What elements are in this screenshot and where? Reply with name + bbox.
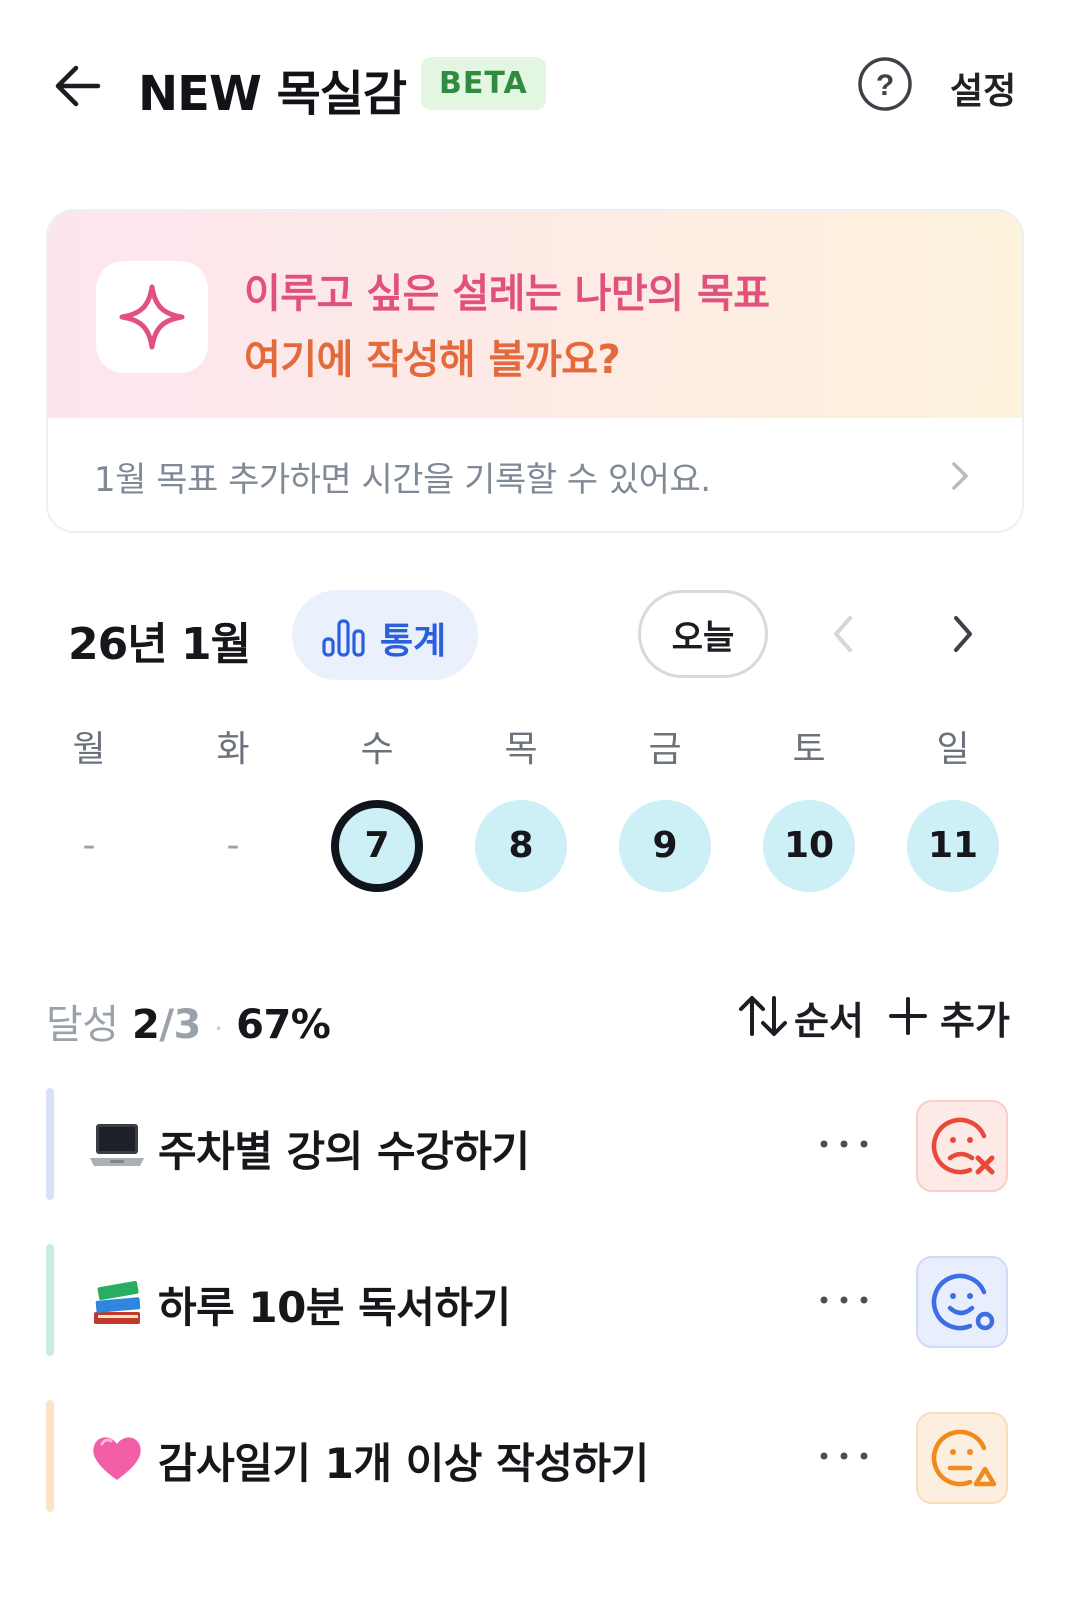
happy-face-o-icon[interactable] xyxy=(916,1256,1008,1348)
goal-color-bar xyxy=(46,1244,54,1356)
sad-face-x-icon[interactable] xyxy=(916,1100,1008,1192)
sort-arrows-icon xyxy=(738,994,788,1038)
day-8[interactable]: 8 xyxy=(475,800,567,892)
goal-item-gratitude[interactable]: 감사일기 1개 이상 작성하기 xyxy=(46,1400,1024,1512)
goal-banner[interactable]: 이루고 싶은 설레는 나만의 목표 여기에 작성해 볼까요? xyxy=(48,211,1022,418)
more-dots-icon[interactable] xyxy=(816,1280,872,1320)
weekday-fri: 금 xyxy=(648,729,682,770)
weekday-sat: 토 xyxy=(792,729,826,770)
page-title: NEW 목실감 xyxy=(138,66,407,122)
achievement-done: 2 xyxy=(132,1002,160,1048)
goal-item-lecture[interactable]: 주차별 강의 수강하기 xyxy=(46,1088,1024,1200)
sparkle-icon xyxy=(96,261,208,373)
goal-text: 주차별 강의 수강하기 xyxy=(158,1127,530,1176)
goal-color-bar xyxy=(46,1400,54,1512)
achievement-percent: 67% xyxy=(236,1002,331,1048)
separator-dot: · xyxy=(214,1012,223,1045)
achievement-summary: 달성 2/3 · 67% xyxy=(46,992,331,1050)
goal-setup-card: 이루고 싶은 설레는 나만의 목표 여기에 작성해 볼까요? 1월 목표 추가하… xyxy=(46,209,1024,533)
beta-badge: BETA xyxy=(421,57,546,110)
goal-add-link[interactable]: 1월 목표 추가하면 시간을 기록할 수 있어요. xyxy=(48,418,1022,531)
month-title: 26년 1월 xyxy=(68,619,251,670)
achievement-label: 달성 xyxy=(46,1002,119,1048)
stats-label: 통계 xyxy=(380,621,447,662)
sort-order-label: 순서 xyxy=(794,999,864,1043)
goal-text: 하루 10분 독서하기 xyxy=(158,1283,511,1332)
weekday-tue: 화 xyxy=(216,729,250,770)
bar-chart-icon xyxy=(322,617,366,657)
neutral-face-triangle-icon[interactable] xyxy=(916,1412,1008,1504)
banner-subline: 여기에 작성해 볼까요? xyxy=(244,337,621,383)
pink-heart-icon xyxy=(88,1428,146,1486)
today-button[interactable]: 오늘 xyxy=(638,590,768,678)
goal-color-bar xyxy=(46,1088,54,1200)
achievement-slash: / xyxy=(159,1002,174,1048)
day-9[interactable]: 9 xyxy=(619,800,711,892)
day-11[interactable]: 11 xyxy=(907,800,999,892)
achievement-total: 3 xyxy=(173,1002,202,1048)
books-icon xyxy=(88,1272,146,1330)
settings-button[interactable]: 설정 xyxy=(950,62,1016,114)
weekday-wed: 수 xyxy=(360,729,394,770)
goal-text: 감사일기 1개 이상 작성하기 xyxy=(158,1439,649,1488)
goal-item-reading[interactable]: 하루 10분 독서하기 xyxy=(46,1244,1024,1356)
help-icon[interactable]: ? xyxy=(857,56,913,112)
more-dots-icon[interactable] xyxy=(816,1436,872,1476)
more-dots-icon[interactable] xyxy=(816,1124,872,1164)
add-goal-label: 추가 xyxy=(940,999,1010,1043)
day-10[interactable]: 10 xyxy=(763,800,855,892)
weekday-thu: 목 xyxy=(504,729,538,770)
day-7-selected[interactable]: 7 xyxy=(331,800,423,892)
chevron-right-icon xyxy=(946,456,974,496)
stats-button[interactable]: 통계 xyxy=(292,590,478,680)
back-arrow-icon[interactable] xyxy=(50,58,106,114)
header: NEW 목실감 BETA ? 설정 xyxy=(0,40,1069,130)
goal-footer-text: 1월 목표 추가하면 시간을 기록할 수 있어요. xyxy=(94,460,711,500)
weekday-mon: 월 xyxy=(72,729,106,770)
chevron-right-icon[interactable] xyxy=(940,608,984,660)
banner-headline: 이루고 싶은 설레는 나만의 목표 xyxy=(244,271,770,317)
plus-icon xyxy=(888,996,928,1036)
day-empty: - xyxy=(226,825,240,866)
chevron-left-icon[interactable] xyxy=(822,608,866,660)
weekday-sun: 일 xyxy=(936,729,970,770)
day-empty: - xyxy=(82,825,96,866)
svg-text:?: ? xyxy=(876,69,894,102)
laptop-icon xyxy=(88,1116,146,1174)
